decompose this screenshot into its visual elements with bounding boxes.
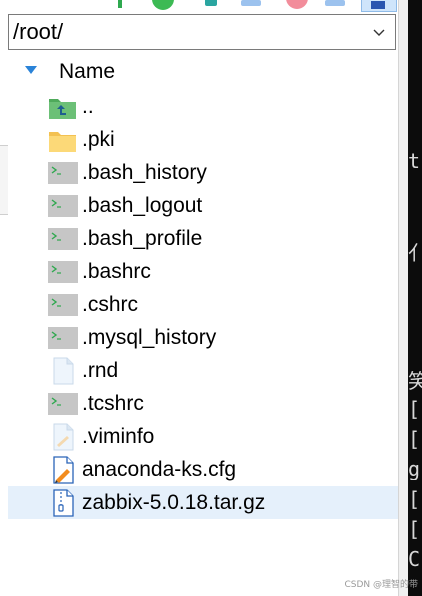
terminal-text-fragment: [ xyxy=(408,398,421,420)
file-row[interactable]: zabbix-5.0.18.tar.gz xyxy=(8,486,398,519)
file-name: .pki xyxy=(82,128,115,151)
path-combobox[interactable]: /root/ xyxy=(8,14,396,50)
folder-icon xyxy=(47,126,79,154)
shell-script-icon xyxy=(47,324,79,352)
toolbar-delete-icon[interactable] xyxy=(286,0,308,9)
file-row[interactable]: .cshrc xyxy=(8,288,398,321)
terminal-text-fragment: t xyxy=(408,150,421,172)
shell-script-icon xyxy=(47,225,79,253)
terminal-text-fragment: C xyxy=(408,548,421,570)
config-file-icon xyxy=(47,456,79,484)
file-name: .bash_history xyxy=(82,161,207,184)
left-panel-strip xyxy=(0,146,8,214)
toolbar-green-icon[interactable] xyxy=(118,0,122,8)
watermark: CSDN @理智的带 xyxy=(344,580,418,590)
toolbar-blue-icon-2[interactable] xyxy=(325,0,345,6)
file-row[interactable]: .. xyxy=(8,90,398,123)
pane-splitter[interactable] xyxy=(398,0,408,596)
terminal-text-fragment: [ xyxy=(408,428,421,450)
file-name: .viminfo xyxy=(82,425,155,448)
shell-script-icon xyxy=(47,390,79,418)
toolbar-properties-icon xyxy=(371,1,385,9)
toolbar-teal-icon[interactable] xyxy=(205,0,217,6)
toolbar-blue-icon[interactable] xyxy=(241,0,261,6)
sort-descending-icon[interactable] xyxy=(25,66,37,74)
column-header-name[interactable]: Name xyxy=(8,56,398,86)
file-row[interactable]: .bash_logout xyxy=(8,189,398,222)
file-name: zabbix-5.0.18.tar.gz xyxy=(82,491,266,514)
terminal-pane-edge[interactable]: t 亻笑 [ [ g [ [ C xyxy=(408,0,422,596)
file-name: .mysql_history xyxy=(82,326,217,349)
file-row[interactable]: .tcshrc xyxy=(8,387,398,420)
terminal-text-fragment: [ xyxy=(408,518,421,540)
blank-file-icon xyxy=(47,357,79,385)
file-name: .bash_logout xyxy=(82,194,203,217)
shell-script-icon xyxy=(47,291,79,319)
shell-script-icon xyxy=(47,192,79,220)
file-name: anaconda-ks.cfg xyxy=(82,458,237,481)
column-header-label: Name xyxy=(59,60,116,83)
file-name: .bash_profile xyxy=(82,227,203,250)
edit-file-icon xyxy=(47,423,79,451)
file-row[interactable]: .pki xyxy=(8,123,398,156)
file-name: .rnd xyxy=(82,359,119,382)
file-name: .tcshrc xyxy=(82,392,144,415)
parent-folder-icon xyxy=(47,93,79,121)
file-row[interactable]: .viminfo xyxy=(8,420,398,453)
file-row[interactable]: anaconda-ks.cfg xyxy=(8,453,398,486)
path-value[interactable]: /root/ xyxy=(13,18,63,46)
toolbar xyxy=(0,0,398,12)
toolbar-selected-button[interactable] xyxy=(361,0,397,12)
file-row[interactable]: .bash_history xyxy=(8,156,398,189)
file-name: .. xyxy=(82,95,94,118)
file-row[interactable]: .mysql_history xyxy=(8,321,398,354)
sftp-file-browser: /root/ Name .. .pki .bash_history .bash_log… xyxy=(0,0,422,596)
file-row[interactable]: .bash_profile xyxy=(8,222,398,255)
file-row[interactable]: .bashrc xyxy=(8,255,398,288)
file-list: Name .. .pki .bash_history .bash_logout .bas… xyxy=(8,52,398,596)
terminal-text-fragment: 亻 xyxy=(408,242,422,264)
chevron-down-icon[interactable] xyxy=(373,26,385,38)
file-row[interactable]: .rnd xyxy=(8,354,398,387)
file-name: .bashrc xyxy=(82,260,151,283)
shell-script-icon xyxy=(47,258,79,286)
file-name: .cshrc xyxy=(82,293,139,316)
terminal-text-fragment: [ xyxy=(408,488,421,510)
toolbar-refresh-icon[interactable] xyxy=(152,0,174,10)
terminal-text-fragment: 笑 xyxy=(408,370,422,392)
terminal-text-fragment: g xyxy=(408,458,421,480)
shell-script-icon xyxy=(47,159,79,187)
archive-file-icon xyxy=(47,489,79,517)
